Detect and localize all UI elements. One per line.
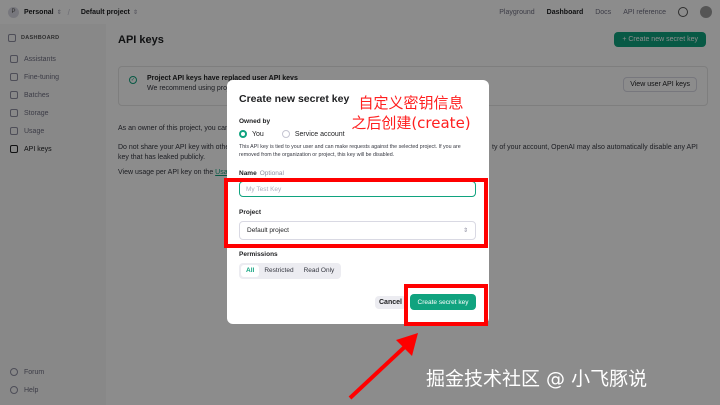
- watermark: 掘金技术社区 @ 小飞豚说: [426, 368, 648, 390]
- annotation-arrow-icon: [348, 333, 418, 400]
